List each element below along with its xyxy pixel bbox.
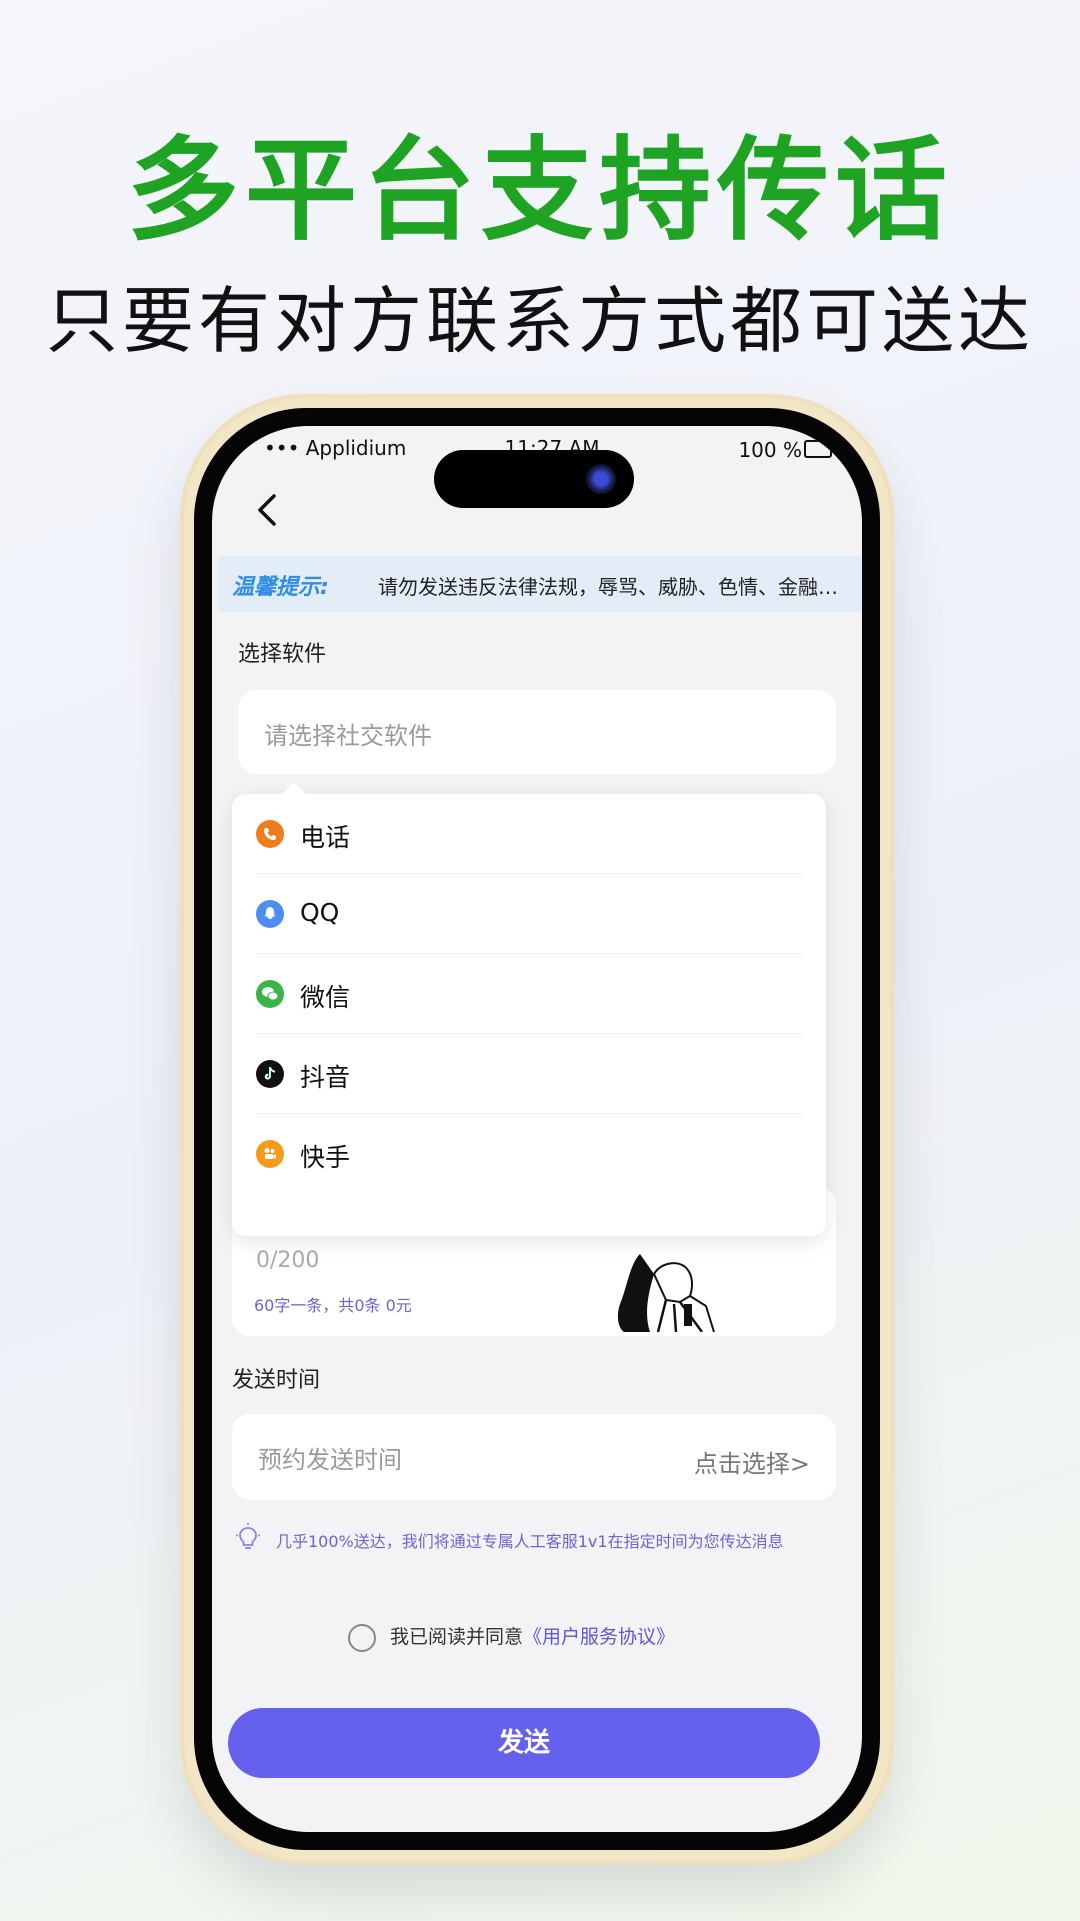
phone-icon [256,820,284,848]
dynamic-island [434,450,634,508]
send-button[interactable]: 发送 [228,1708,820,1778]
girl-illustration [617,1254,715,1332]
send-time-picker[interactable]: 预约发送时间 点击选择> [232,1414,836,1500]
send-time-action[interactable]: 点击选择> [694,1444,810,1479]
char-counter: 0/200 [256,1248,320,1273]
camera-icon [586,464,616,494]
promo-headline: 多平台支持传话 [127,126,953,256]
dropdown-caret [282,782,306,794]
option-label: 电话 [300,823,351,852]
option-kuaishou[interactable]: 快手 [232,1114,826,1194]
battery-level: 100 % [738,438,802,462]
send-time-section-label: 发送时间 [232,1368,321,1393]
notice-text: 请勿发送违反法律法规，辱骂、威胁、色情、金融… [378,575,838,599]
douyin-icon [256,1060,284,1088]
notice-label: 温馨提示: [232,575,329,600]
chevron-left-icon [258,494,276,526]
software-select[interactable]: 请选择社交软件 [238,690,836,774]
option-label: 抖音 [300,1063,351,1092]
option-label: QQ [300,898,340,927]
app-screen: ••• Applidium 11:27 AM 100 % 温馨提示: 请勿发送违… [212,426,862,1832]
software-section-label: 选择软件 [238,642,327,667]
option-phone[interactable]: 电话 [232,794,826,874]
option-qq[interactable]: QQ [232,874,826,954]
promo-subline: 只要有对方联系方式都可送达 [45,279,1034,363]
option-douyin[interactable]: 抖音 [232,1034,826,1114]
software-select-placeholder: 请选择社交软件 [264,722,432,750]
kuaishou-icon [256,1140,284,1168]
back-button[interactable] [246,488,290,532]
qq-icon [256,900,284,928]
notice-bar: 温馨提示: 请勿发送违反法律法规，辱骂、威胁、色情、金融… [218,556,862,612]
software-dropdown: 电话 QQ 微信 抖音 快手 [232,782,826,1236]
option-label: 快手 [300,1143,351,1172]
lightbulb-icon [236,1522,260,1549]
wechat-icon [256,980,284,1008]
agreement-link[interactable]: 《用户服务协议》 [523,1626,675,1648]
option-wechat[interactable]: 微信 [232,954,826,1034]
carrier-label: ••• Applidium [264,436,407,460]
option-label: 微信 [300,983,351,1012]
agreement-radio[interactable] [348,1623,376,1652]
agreement-row: 我已阅读并同意《用户服务协议》 [348,1622,675,1652]
send-time-placeholder: 预约发送时间 [258,1446,402,1474]
delivery-hint: 几乎100%送达，我们将通过专属人工客服1v1在指定时间为您传达消息 [276,1532,784,1551]
agreement-prefix: 我已阅读并同意 [390,1626,524,1648]
price-info: 60字一条，共0条 0元 [254,1296,412,1315]
battery-icon [804,440,832,458]
